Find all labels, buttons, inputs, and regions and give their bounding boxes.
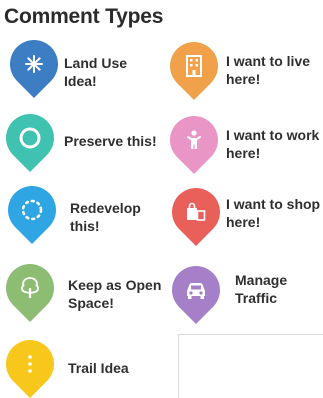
page-title: Comment Types: [4, 5, 164, 28]
comment-type-label: Preserve this!: [64, 133, 157, 149]
comment-type-trail[interactable]: Trail Idea: [0, 330, 154, 398]
comment-type-work[interactable]: I want to work here!: [160, 106, 323, 174]
comment-type-label: Manage Traffic: [235, 272, 288, 306]
comment-type-live[interactable]: I want to live here!: [160, 32, 323, 100]
comment-type-shop[interactable]: I want to shop here!: [162, 178, 323, 248]
circle-icon: [6, 114, 54, 162]
building-icon: [170, 42, 218, 90]
comment-type-label: Trail Idea: [68, 360, 129, 376]
car-icon: [172, 266, 220, 314]
person-icon: [170, 116, 218, 164]
comment-type-label: I want to shop here!: [226, 196, 321, 230]
comment-type-traffic[interactable]: Manage Traffic: [162, 256, 323, 326]
comment-type-label: I want to work here!: [226, 127, 320, 161]
dotted-circle-icon: [8, 186, 56, 234]
comment-type-preserve[interactable]: Preserve this!: [0, 104, 157, 172]
comment-type-label: I want to live here!: [226, 53, 311, 87]
comment-type-label: Redevelop this!: [70, 200, 141, 234]
vertical-dots-icon: [6, 340, 54, 388]
tree-icon: [6, 264, 54, 312]
empty-panel: [178, 334, 323, 398]
comment-type-land-use[interactable]: Land Use Idea!: [0, 30, 154, 100]
comment-type-open-space[interactable]: Keep as Open Space!: [0, 254, 161, 326]
asterisk-icon: [10, 40, 58, 88]
shopping-bag-icon: [172, 188, 220, 236]
comment-type-redevelop[interactable]: Redevelop this!: [0, 176, 154, 248]
comment-type-label: Land Use Idea!: [64, 55, 128, 89]
comment-type-label: Keep as Open Space!: [68, 277, 162, 311]
